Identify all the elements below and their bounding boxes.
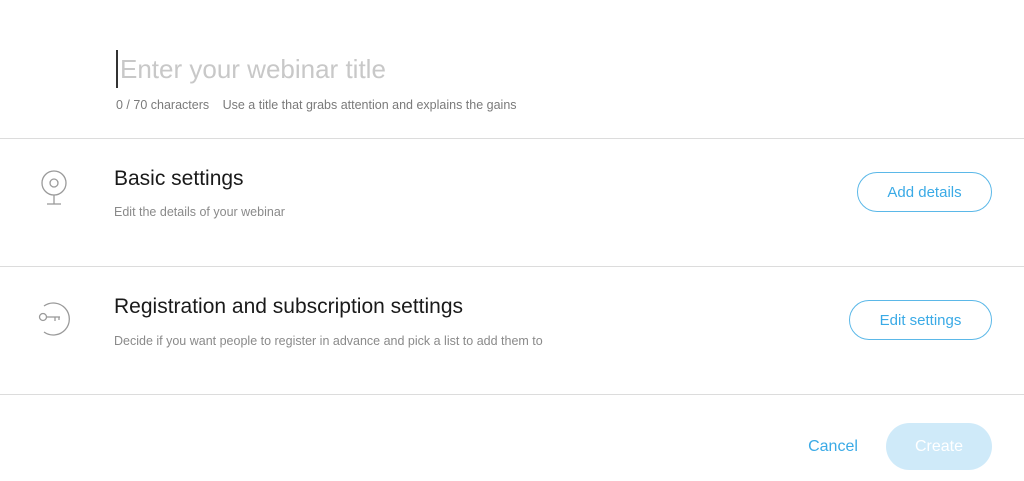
title-hint: 0 / 70 characters Use a title that grabs… xyxy=(116,98,517,112)
title-area: 0 / 70 characters Use a title that grabs… xyxy=(0,0,1024,138)
divider xyxy=(0,394,1024,395)
registration-settings-section: Registration and subscription settings D… xyxy=(0,267,1024,394)
webcam-icon xyxy=(34,167,76,209)
edit-settings-button[interactable]: Edit settings xyxy=(849,300,992,340)
registration-settings-title: Registration and subscription settings xyxy=(114,295,464,318)
cancel-button[interactable]: Cancel xyxy=(796,428,870,466)
create-button[interactable]: Create xyxy=(886,423,992,470)
webinar-title-input[interactable] xyxy=(116,50,900,88)
create-webinar-page: 0 / 70 characters Use a title that grabs… xyxy=(0,0,1024,481)
basic-settings-title: Basic settings xyxy=(114,167,244,190)
title-hint-text: Use a title that grabs attention and exp… xyxy=(222,98,517,112)
key-icon xyxy=(34,297,76,339)
registration-settings-description: Decide if you want people to register in… xyxy=(114,334,543,348)
basic-settings-section: Basic settings Edit the details of your … xyxy=(0,139,1024,266)
title-character-counter: 0 / 70 characters xyxy=(116,98,210,112)
add-details-button[interactable]: Add details xyxy=(857,172,992,212)
basic-settings-description: Edit the details of your webinar xyxy=(114,205,285,219)
